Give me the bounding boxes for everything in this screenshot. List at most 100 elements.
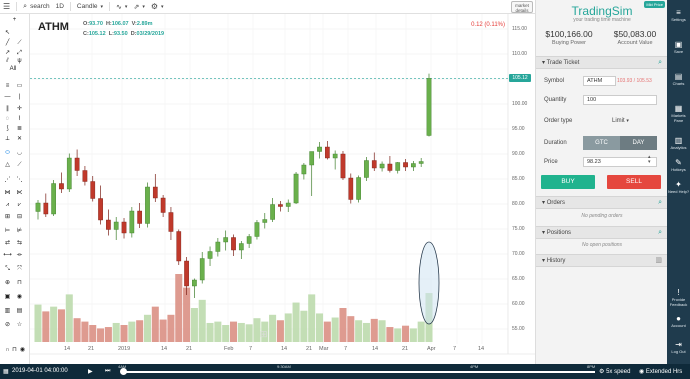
nav-log-out[interactable]: ⇥ Log Out (667, 340, 690, 354)
polyline-icon[interactable]: ⌇ (15, 116, 24, 123)
history-header[interactable]: ▾ History ▥ (536, 254, 668, 267)
nav-charts[interactable]: ▤ Charts (667, 72, 690, 86)
rectangle-icon[interactable]: ▭ (15, 83, 24, 90)
price-range-icon[interactable]: ⟷ (3, 252, 12, 259)
pin-icon[interactable]: ⌕ (658, 197, 662, 209)
eye-icon[interactable]: ◉ (15, 294, 24, 301)
crosshair-icon[interactable]: + (10, 17, 19, 24)
timeline-handle[interactable] (120, 368, 127, 375)
bar-chart-icon[interactable]: ▥ (655, 255, 662, 267)
visibility-icon[interactable]: ◉ (18, 347, 27, 354)
market-details-button[interactable]: market details (511, 1, 533, 13)
nav-markets-pane[interactable]: ▦ Markets Pane (667, 104, 690, 123)
zoom-icon[interactable]: ⊕ (3, 280, 12, 287)
playback-datetime: 2019-04-01 04:00:00 (12, 368, 68, 374)
long-position-icon[interactable]: ⊨ (3, 228, 12, 235)
calendar-icon[interactable]: ▦ (3, 368, 9, 375)
menu-icon[interactable]: ☰ (3, 2, 10, 11)
pin-icon[interactable]: ⌕ (658, 227, 662, 239)
interval-selector[interactable]: 1D (56, 3, 64, 10)
measure-icon[interactable]: ⟂ (3, 136, 12, 143)
trash-icon[interactable]: ▥ (3, 308, 12, 315)
cross-line-icon[interactable]: ✛ (15, 106, 24, 113)
forecast-icon[interactable]: ⇄ (3, 240, 12, 247)
nav-analytics[interactable]: ▥ Analytics (667, 136, 690, 150)
ray-icon[interactable]: ⟋ (15, 40, 24, 47)
xabcd-icon[interactable]: ⋈ (3, 190, 12, 197)
fib-circle-icon[interactable]: ⋱ (15, 177, 24, 184)
date-range-icon[interactable]: ⇆ (15, 240, 24, 247)
time-cycle-icon[interactable]: ⊟ (15, 214, 24, 221)
fib-icon[interactable]: ≣ (15, 126, 24, 133)
duration-day-button[interactable]: DAY (620, 136, 657, 150)
arrow-icon[interactable]: ↗ (3, 50, 12, 57)
path-icon[interactable]: ⟋ (15, 162, 24, 169)
arc-icon[interactable]: ◡ (15, 150, 24, 157)
triangle-icon[interactable]: △ (3, 162, 12, 169)
speed-control[interactable]: ⚙ 5x speed (599, 368, 630, 375)
sell-button[interactable]: SELL (607, 175, 661, 189)
lock-icon[interactable]: ▣ (3, 294, 12, 301)
extended-line-icon[interactable]: ⤢ (15, 50, 24, 57)
nav-hotkeys[interactable]: ✎ Hotkeys (667, 158, 690, 172)
stay-drawing-icon[interactable]: ▤ (15, 308, 24, 315)
head-shoulders-icon[interactable]: ⩘ (3, 202, 12, 209)
hide-icon[interactable]: ⊘ (3, 322, 12, 329)
timeline-track[interactable] (122, 371, 595, 373)
trade-ticket-header[interactable]: ▾ Trade Ticket ⌕ (536, 56, 668, 69)
projection-icon[interactable]: ⤡ (3, 266, 12, 273)
speech-icon[interactable]: ◌ (3, 116, 12, 123)
nav-need-help[interactable]: ✦ Need Help? (667, 180, 690, 194)
candlestick-chart[interactable]: ⊞ (30, 14, 535, 364)
short-position-icon[interactable]: ⊭ (15, 228, 24, 235)
nav-account[interactable]: ● Account (667, 314, 690, 328)
duration-gtc-button[interactable]: GTC (583, 136, 620, 150)
play-icon[interactable]: ▶ (88, 368, 93, 375)
gann-icon[interactable]: ✕ (15, 136, 24, 143)
price-field[interactable]: 98.23 (583, 157, 657, 167)
fib-fan-icon[interactable]: ⋰ (3, 177, 12, 184)
positions-header[interactable]: ▾ Positions ⌕ (536, 226, 668, 239)
indicators-button[interactable]: ∿ ▾ (116, 3, 127, 11)
elliott-icon[interactable]: ⩗ (15, 202, 24, 209)
magnet-icon[interactable]: ⊓ (15, 280, 24, 287)
channel-icon[interactable]: ⫽ (3, 58, 12, 65)
nav-save[interactable]: ▣ Save (667, 40, 690, 54)
vline-icon[interactable]: | (15, 94, 24, 101)
account-value: $50,083.00 Account Value (602, 29, 668, 46)
nav-settings[interactable]: ≡ Settings (667, 8, 690, 22)
bars-pattern-icon[interactable]: ⟛ (15, 252, 24, 259)
chart-style-selector[interactable]: Candle ▾ (77, 3, 103, 10)
horizontal-line-icon[interactable]: ≡ (3, 83, 12, 90)
price-chart[interactable]: ⊞ ATHM O:93.70 H:106.07 V:2.89m C:105.12… (30, 14, 535, 364)
order-type-value: Limit (612, 118, 625, 124)
trend-line-icon[interactable]: ╱ (3, 40, 12, 47)
drawing-filter-dropdown[interactable]: All (6, 66, 20, 73)
extended-hours-toggle[interactable]: ◉ Extended Hrs (639, 368, 682, 375)
parallel-icon[interactable]: ∥ (3, 106, 12, 113)
quantity-field[interactable]: 100 (583, 95, 657, 105)
hline-icon[interactable]: — (3, 94, 12, 101)
duration-label: Duration (544, 140, 567, 146)
volume-bar (316, 313, 324, 342)
cursor-icon[interactable]: ↖ (3, 30, 12, 37)
cycle-icon[interactable]: ⊞ (3, 214, 12, 221)
symbol-search[interactable]: ⌕ search (23, 3, 49, 11)
nav-provide-feedback[interactable]: ! Provide Feedback (667, 288, 690, 307)
pin-icon[interactable]: ⌕ (658, 57, 662, 69)
compare-button[interactable]: ⇗ ▾ (133, 3, 144, 11)
chart-settings-button[interactable]: ⚙ ▾ (151, 2, 164, 11)
orders-header[interactable]: ▾ Orders ⌕ (536, 196, 668, 209)
abcd-icon[interactable]: ⋉ (15, 190, 24, 197)
ellipse-icon[interactable]: ⬭ (3, 150, 12, 157)
order-type-select[interactable]: Limit ▾ (612, 118, 629, 124)
price-stepper[interactable]: ▴ ▾ (648, 155, 651, 165)
symbol-field[interactable]: ATHM (583, 76, 616, 86)
candle-body (262, 219, 268, 223)
skip-forward-icon[interactable]: ⏭ (105, 368, 110, 375)
pitchfork-icon[interactable]: ψ (15, 58, 24, 65)
brush-icon[interactable]: ⟆ (3, 126, 12, 133)
ghost-feed-icon[interactable]: ⤧ (15, 266, 24, 273)
buy-button[interactable]: BUY (541, 175, 595, 189)
favorites-icon[interactable]: ☆ (15, 322, 24, 329)
